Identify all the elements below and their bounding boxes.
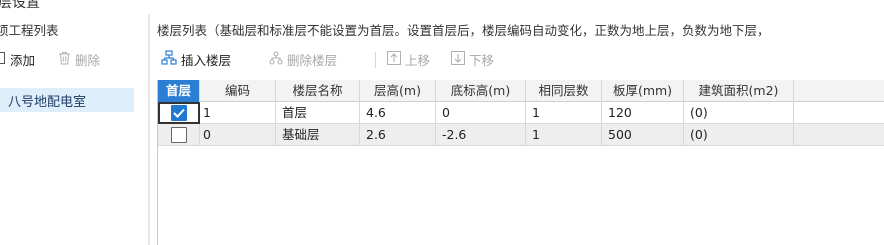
- code-cell[interactable]: 0: [200, 124, 276, 146]
- add-button[interactable]: 添加: [0, 48, 35, 70]
- col-same-floors[interactable]: 相同层数: [526, 80, 602, 102]
- col-floor-name[interactable]: 楼层名称: [276, 80, 360, 102]
- first-floor-checkbox[interactable]: [170, 127, 187, 143]
- table-row[interactable]: 1 首层 4.6 0 1 120 (0): [158, 102, 884, 124]
- col-first-floor[interactable]: 首层: [158, 80, 200, 102]
- floor-name-cell[interactable]: 首层: [276, 102, 360, 124]
- first-floor-checkbox[interactable]: [170, 105, 187, 121]
- code-cell[interactable]: 1: [200, 102, 276, 124]
- bottom-elevation-cell[interactable]: -2.6: [436, 124, 526, 146]
- slab-thickness-cell[interactable]: 120: [602, 102, 684, 124]
- floor-height-cell[interactable]: 2.6: [360, 124, 436, 146]
- delete-label: 删除: [75, 52, 101, 68]
- floor-name-cell[interactable]: 基础层: [276, 124, 360, 146]
- delete-floor-icon: [269, 50, 283, 68]
- insert-floor-button[interactable]: 插入楼层: [161, 48, 231, 70]
- toolbar-separator: [375, 52, 376, 68]
- window-title-strip: 层设置: [0, 0, 884, 14]
- project-list-panel: 项工程列表 添加 删除 八号地配电室: [0, 14, 150, 245]
- grid-header: 首层 编码 楼层名称 层高(m) 底标高(m) 相同层数 板厚(mm) 建筑面积…: [158, 80, 884, 102]
- insert-floor-label: 插入楼层: [181, 52, 232, 68]
- table-row[interactable]: 0 基础层 2.6 -2.6 1 500 (0): [158, 124, 884, 146]
- building-area-cell[interactable]: (0): [684, 102, 794, 124]
- floor-list-info: 楼层列表（基础层和标准层不能设置为首层。设置首层后，楼层编码自动变化，正数为地上…: [157, 23, 770, 38]
- delete-floor-button[interactable]: 删除楼层: [269, 48, 337, 70]
- arrow-down-icon: [451, 50, 465, 68]
- same-floors-cell[interactable]: 1: [526, 124, 602, 146]
- col-building-area[interactable]: 建筑面积(m2): [684, 80, 794, 102]
- same-floors-cell[interactable]: 1: [526, 102, 602, 124]
- delete-floor-label: 删除楼层: [287, 52, 338, 68]
- project-list-header: 项工程列表: [0, 23, 59, 38]
- insert-floor-icon: [161, 49, 177, 69]
- building-area-cell[interactable]: (0): [684, 124, 794, 146]
- floor-list-panel: 楼层列表（基础层和标准层不能设置为首层。设置首层后，楼层编码自动变化，正数为地上…: [151, 14, 884, 245]
- slab-thickness-cell[interactable]: 500: [602, 124, 684, 146]
- bottom-elevation-cell[interactable]: 0: [436, 102, 526, 124]
- first-floor-checkbox-cell[interactable]: [158, 102, 200, 124]
- move-up-label: 上移: [405, 52, 431, 68]
- panel-divider: [148, 14, 150, 245]
- move-down-label: 下移: [469, 52, 495, 68]
- move-up-button[interactable]: 上移: [387, 48, 430, 70]
- project-item-label: 八号地配电室: [8, 94, 87, 110]
- project-list-toolbar: 添加 删除: [0, 48, 150, 70]
- add-icon: [0, 51, 6, 68]
- first-floor-checkbox-cell[interactable]: [158, 124, 200, 146]
- col-code[interactable]: 编码: [200, 80, 276, 102]
- col-bottom-elevation[interactable]: 底标高(m): [436, 80, 526, 102]
- col-slab-thickness[interactable]: 板厚(mm): [602, 80, 684, 102]
- check-icon: [172, 108, 185, 118]
- window-title: 层设置: [0, 0, 40, 11]
- add-label: 添加: [10, 52, 36, 68]
- move-down-button[interactable]: 下移: [451, 48, 494, 70]
- trash-icon: [58, 51, 71, 68]
- floor-toolbar: 插入楼层 删除楼层 上移 下移: [151, 48, 884, 72]
- project-list-item[interactable]: 八号地配电室: [0, 88, 134, 112]
- floor-grid: 首层 编码 楼层名称 层高(m) 底标高(m) 相同层数 板厚(mm) 建筑面积…: [157, 80, 884, 245]
- col-floor-height[interactable]: 层高(m): [360, 80, 436, 102]
- floor-height-cell[interactable]: 4.6: [360, 102, 436, 124]
- arrow-up-icon: [387, 50, 401, 68]
- delete-button[interactable]: 删除: [58, 48, 100, 70]
